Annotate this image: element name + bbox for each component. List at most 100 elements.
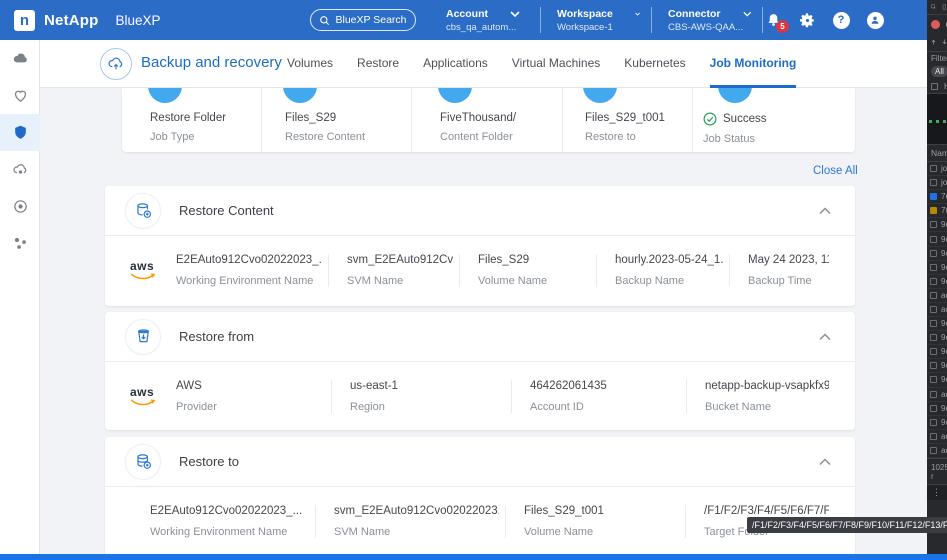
request-row[interactable]: acc — [927, 303, 947, 318]
user-profile-button[interactable] — [866, 11, 884, 29]
request-checkbox[interactable] — [930, 249, 937, 257]
request-row[interactable]: 9e5 — [927, 275, 947, 289]
request-checkbox[interactable] — [930, 334, 937, 342]
cloud-icon — [13, 53, 27, 63]
kebab-menu-icon[interactable]: ⋮ — [932, 487, 941, 498]
request-checkbox[interactable] — [930, 207, 937, 215]
field-region: us-east-1 Region — [331, 379, 511, 413]
chevron-down-icon — [510, 10, 520, 17]
request-checkbox[interactable] — [930, 305, 937, 313]
request-checkbox[interactable] — [930, 320, 937, 328]
request-row[interactable]: acc — [927, 388, 947, 402]
request-row[interactable]: 9e5 — [927, 261, 947, 275]
device-toolbar-icon[interactable] — [942, 2, 947, 12]
record-icon[interactable] — [931, 19, 940, 29]
collapse-button[interactable] — [819, 457, 831, 466]
request-checkbox[interactable] — [930, 193, 937, 201]
request-row[interactable]: 9e5 — [927, 232, 947, 247]
request-name: acc — [941, 445, 947, 455]
tab[interactable]: Job Monitoring — [709, 40, 797, 88]
inspect-icon[interactable] — [931, 2, 936, 12]
tab[interactable]: Applications — [423, 40, 488, 88]
nav-mobility[interactable] — [0, 188, 40, 225]
request-checkbox[interactable] — [930, 291, 937, 299]
name-column-header[interactable]: Name — [927, 145, 947, 162]
workspace-menu-value: Workspace-1 — [557, 21, 613, 33]
chevron-up-icon — [819, 206, 831, 214]
request-row[interactable]: 9e5 — [927, 345, 947, 360]
request-row[interactable]: jobs — [927, 162, 947, 177]
request-checkbox[interactable] — [930, 404, 937, 412]
nav-protection[interactable] — [0, 114, 40, 151]
arrow-down-icon[interactable] — [942, 37, 947, 47]
summary-value: Files_S29_t001 — [585, 112, 665, 124]
request-name: acc — [941, 431, 947, 441]
workspace-menu[interactable]: Workspace Workspace-1 — [552, 8, 640, 33]
request-checkbox[interactable] — [930, 179, 937, 187]
topbar-icons: 5 ? — [764, 0, 884, 40]
field-label: Volume Name — [524, 525, 594, 538]
request-row[interactable]: 9e5 — [927, 373, 947, 388]
nav-health[interactable] — [0, 77, 40, 114]
request-row[interactable]: acc — [927, 430, 947, 444]
summary-value: FiveThousand/ — [440, 112, 517, 124]
request-row[interactable]: 9e5 — [927, 317, 947, 332]
request-checkbox[interactable] — [930, 263, 937, 271]
help-button[interactable]: ? — [832, 11, 850, 29]
request-checkbox[interactable] — [930, 376, 937, 384]
close-all-link[interactable]: Close All — [813, 165, 858, 177]
request-checkbox[interactable] — [930, 362, 937, 370]
request-row[interactable]: 9e5 — [927, 331, 947, 346]
nav-governance[interactable] — [0, 151, 40, 188]
chevron-down-icon — [635, 12, 640, 16]
request-row[interactable]: 9e5 — [927, 416, 947, 430]
job-status-icon — [718, 88, 752, 103]
request-row[interactable]: 9e5 — [927, 359, 947, 374]
request-checkbox[interactable] — [930, 165, 937, 173]
chevron-down-icon — [742, 11, 751, 17]
request-row[interactable]: 766 — [927, 190, 947, 205]
request-row[interactable]: acc — [927, 444, 947, 458]
request-checkbox[interactable] — [930, 446, 937, 454]
request-checkbox[interactable] — [930, 390, 937, 398]
nav-extensions[interactable] — [0, 225, 40, 262]
aws-logo: aws — [130, 386, 176, 406]
collapse-button[interactable] — [819, 206, 831, 215]
request-name: 9e5 — [941, 234, 947, 244]
tab[interactable]: Virtual Machines — [512, 40, 601, 88]
tab[interactable]: Kubernetes — [624, 40, 685, 88]
has-checkbox[interactable] — [931, 82, 938, 90]
account-menu[interactable]: Account cbs_qa_autom... — [441, 8, 529, 33]
request-checkbox[interactable] — [930, 432, 937, 440]
request-row[interactable]: 9e5 — [927, 402, 947, 416]
tab[interactable]: Volumes — [287, 40, 333, 88]
request-name: acc — [941, 389, 947, 399]
request-checkbox[interactable] — [930, 221, 937, 229]
arrow-up-icon[interactable] — [931, 37, 936, 47]
request-name: 9e5 — [941, 319, 947, 329]
bluexp-search-button[interactable]: BlueXP Search — [310, 9, 416, 31]
request-row[interactable]: jobs — [927, 176, 947, 191]
field-working-environment: E2EAuto912Cvo02022023_... Working Enviro… — [176, 254, 328, 287]
connector-menu[interactable]: Connector CBS-AWS-QAA... — [663, 8, 751, 33]
request-row[interactable]: acc — [927, 289, 947, 303]
request-row[interactable]: 9e5 — [927, 218, 947, 233]
request-checkbox[interactable] — [930, 348, 937, 356]
connector-menu-value: CBS-AWS-QAA... — [668, 21, 744, 33]
request-checkbox[interactable] — [930, 235, 937, 243]
network-timeline[interactable] — [927, 93, 947, 145]
nav-storage[interactable] — [0, 40, 40, 77]
settings-button[interactable] — [798, 11, 816, 29]
request-name: 9e5 — [941, 333, 947, 343]
request-checkbox[interactable] — [930, 418, 937, 426]
requests-summary: 1025 r — [927, 457, 947, 484]
notifications-button[interactable]: 5 — [764, 11, 789, 33]
brand-block: n NetApp BlueXP — [14, 0, 161, 40]
request-row[interactable]: 766 — [927, 204, 947, 219]
request-row[interactable]: 9e5 — [927, 247, 947, 261]
tab[interactable]: Restore — [357, 40, 399, 88]
filter-all-button[interactable]: All — [931, 66, 947, 77]
request-checkbox[interactable] — [930, 277, 937, 285]
request-list: jobs jobs 766 766 — [927, 162, 947, 458]
collapse-button[interactable] — [819, 332, 831, 341]
